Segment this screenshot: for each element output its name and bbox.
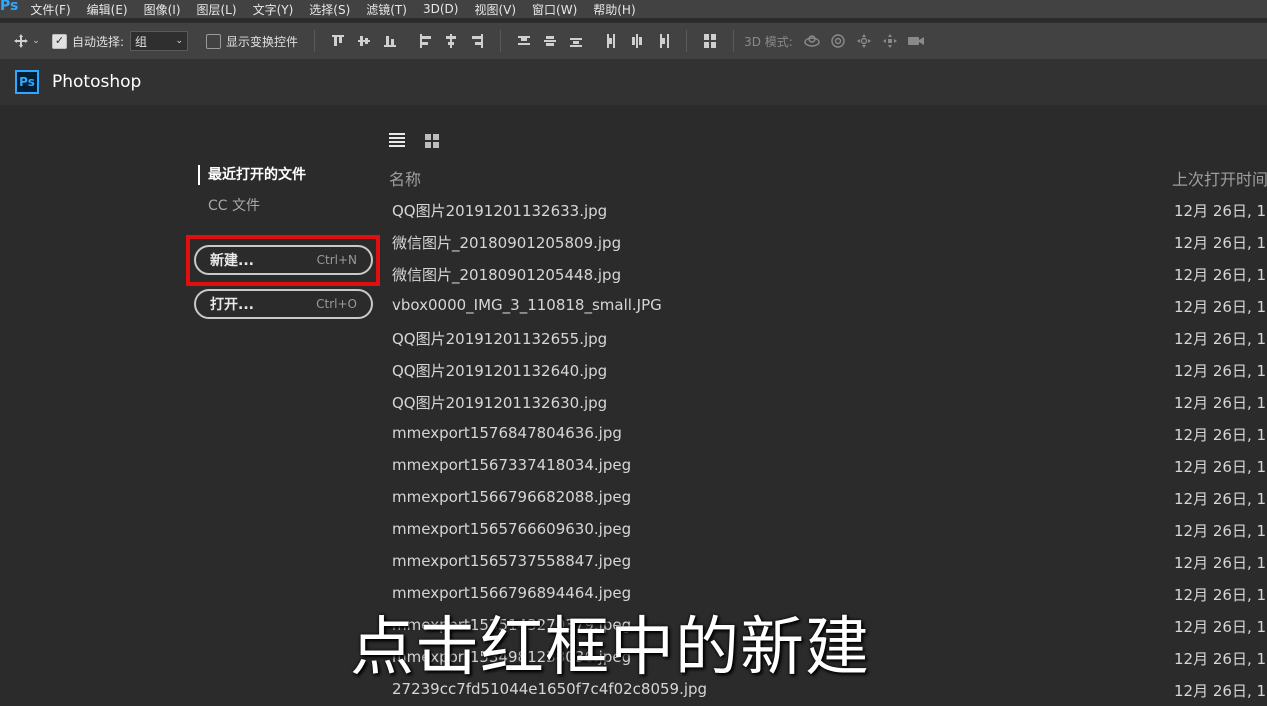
file-date: 12月 26日, 11:3 <box>1174 234 1267 252</box>
align-top-icon[interactable] <box>332 34 345 48</box>
menu-image[interactable]: 图像(I) <box>144 1 181 18</box>
table-row[interactable]: mmexport1565766609630.jpeg 12月 26日, 11:3 <box>0 514 1267 546</box>
menu-3d[interactable]: 3D(D) <box>423 2 458 16</box>
table-row[interactable]: QQ图片20191201132640.jpg 12月 26日, 11:3 <box>0 354 1267 386</box>
distribute-hcenter-icon[interactable] <box>631 34 643 48</box>
menu-layer[interactable]: 图层(L) <box>197 1 237 18</box>
distribute-vcenter-icon[interactable] <box>544 34 557 48</box>
auto-select-value: 组 <box>135 34 148 49</box>
table-row[interactable]: 微信图片_20180901205809.jpg 12月 26日, 11:3 <box>0 226 1267 258</box>
align-bottom-icon[interactable] <box>384 34 397 48</box>
menu-edit[interactable]: 编辑(E) <box>87 1 128 18</box>
table-row[interactable]: QQ图片20191201132630.jpg 12月 26日, 11:3 <box>0 386 1267 418</box>
nav-recent-files[interactable]: 最近打开的文件 <box>198 165 306 185</box>
file-name: QQ图片20191201132655.jpg <box>392 330 608 348</box>
menu-bar: Ps 文件(F) 编辑(E) 图像(I) 图层(L) 文字(Y) 选择(S) 滤… <box>0 0 1267 18</box>
menu-filter[interactable]: 滤镜(T) <box>366 1 407 18</box>
file-name: mmexport1565737558847.jpeg <box>392 552 632 570</box>
app-name: Photoshop <box>52 72 142 92</box>
auto-select-dropdown[interactable]: 组 ⌄ <box>130 31 189 51</box>
file-name: mmexport1567337418034.jpeg <box>392 456 632 474</box>
table-row[interactable]: mmexport1567337418034.jpeg 12月 26日, 11:3 <box>0 450 1267 482</box>
menu-help[interactable]: 帮助(H) <box>593 1 635 18</box>
table-row[interactable]: QQ图片20191201132655.jpg 12月 26日, 11:3 <box>0 322 1267 354</box>
distribute-left-icon[interactable] <box>605 34 617 48</box>
align-hcenter-icon[interactable] <box>445 34 457 48</box>
align-left-icon[interactable] <box>419 34 432 48</box>
distribute-right-icon[interactable] <box>657 34 670 48</box>
auto-select-checkbox[interactable]: ✓ <box>52 33 67 49</box>
menu-window[interactable]: 窗口(W) <box>532 1 577 18</box>
show-transform-label: 显示变换控件 <box>226 34 299 49</box>
separator <box>686 30 688 52</box>
chevron-down-icon: ⌄ <box>175 36 184 46</box>
distribute-top-icon[interactable] <box>518 34 531 48</box>
menu-file[interactable]: 文件(F) <box>30 1 70 18</box>
file-date: 12月 26日, 11:3 <box>1174 522 1267 540</box>
chevron-down-icon[interactable]: ⌄ <box>30 32 42 50</box>
file-name: 微信图片_20180901205448.jpg <box>392 266 622 284</box>
distribute-bottom-icon[interactable] <box>570 34 583 48</box>
home-title-bar: Ps Photoshop <box>0 59 1267 105</box>
table-row[interactable]: vbox0000_IMG_3_110818_small.JPG 12月 26日, … <box>0 290 1267 322</box>
file-date: 12月 26日, 11:3 <box>1174 298 1267 316</box>
slide-3d-icon[interactable] <box>881 32 899 50</box>
file-date: 12月 26日, 11:3 <box>1174 650 1267 668</box>
file-name: mmexport1566796682088.jpeg <box>392 488 632 506</box>
menu-view[interactable]: 视图(V) <box>474 1 516 18</box>
ps-logo: Ps <box>15 70 39 94</box>
mode-3d-label: 3D 模式: <box>744 34 793 49</box>
file-date: 12月 26日, 11:3 <box>1174 266 1267 284</box>
align-vcenter-icon[interactable] <box>358 34 371 48</box>
roll-3d-icon[interactable] <box>829 32 847 50</box>
orbit-3d-icon[interactable] <box>803 32 821 50</box>
table-row[interactable]: 微信图片_20180901205448.jpg 12月 26日, 11:3 <box>0 258 1267 290</box>
camera-3d-icon[interactable] <box>907 32 925 50</box>
file-date: 12月 26日, 11:3 <box>1174 586 1267 604</box>
align-right-icon[interactable] <box>471 34 484 48</box>
file-date: 12月 26日, 11:3 <box>1174 330 1267 348</box>
menu-select[interactable]: 选择(S) <box>309 1 350 18</box>
file-name: vbox0000_IMG_3_110818_small.JPG <box>392 296 662 314</box>
file-date: 12月 26日, 11:3 <box>1174 618 1267 636</box>
separator <box>500 30 502 52</box>
ps-menu-logo: Ps <box>0 0 19 14</box>
move-tool-icon[interactable] <box>12 32 30 50</box>
file-name: 微信图片_20180901205809.jpg <box>392 234 622 252</box>
file-date: 12月 26日, 11:3 <box>1174 458 1267 476</box>
table-row[interactable]: QQ图片20191201132633.jpg 12月 26日, 11:4 <box>0 194 1267 226</box>
file-date: 12月 26日, 11:3 <box>1174 554 1267 572</box>
file-name: mmexport1565766609630.jpeg <box>392 520 632 538</box>
table-row[interactable]: mmexport1566796682088.jpeg 12月 26日, 11:3 <box>0 482 1267 514</box>
table-row[interactable]: mmexport1576847804636.jpg 12月 26日, 11:3 <box>0 418 1267 450</box>
menu-type[interactable]: 文字(Y) <box>253 1 294 18</box>
file-date: 12月 26日, 11:3 <box>1174 394 1267 412</box>
show-transform-checkbox[interactable] <box>206 33 222 49</box>
grid-view-icon[interactable] <box>425 134 439 148</box>
column-header-name[interactable]: 名称 <box>389 166 421 190</box>
column-header-last-opened[interactable]: 上次打开时间 <box>1172 166 1267 190</box>
table-row[interactable]: mmexport1565737558847.jpeg 12月 26日, 11:3 <box>0 546 1267 578</box>
file-name: mmexport1576847804636.jpg <box>392 424 622 442</box>
list-view-icon[interactable] <box>389 133 405 147</box>
options-bar: ⌄ ✓ 自动选择: 组 ⌄ 显示变换控件 3D 模式: <box>0 22 1267 60</box>
file-date: 12月 26日, 11:3 <box>1174 362 1267 380</box>
file-date: 12月 26日, 11:3 <box>1174 682 1267 700</box>
auto-select-label: 自动选择: <box>72 34 125 49</box>
separator <box>733 30 735 52</box>
pan-3d-icon[interactable] <box>855 32 873 50</box>
separator <box>314 30 316 52</box>
file-date: 12月 26日, 11:3 <box>1174 490 1267 508</box>
file-name: QQ图片20191201132640.jpg <box>392 362 608 380</box>
auto-align-icon[interactable] <box>704 34 717 48</box>
file-date: 12月 26日, 11:4 <box>1174 202 1267 220</box>
file-name: QQ图片20191201132630.jpg <box>392 394 608 412</box>
file-name: QQ图片20191201132633.jpg <box>392 202 608 220</box>
video-subtitle: 点击红框中的新建 <box>350 611 870 685</box>
file-date: 12月 26日, 11:3 <box>1174 426 1267 444</box>
